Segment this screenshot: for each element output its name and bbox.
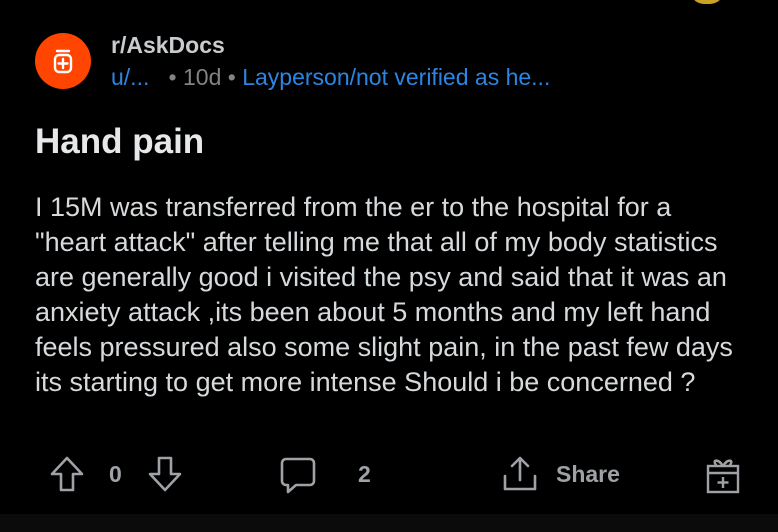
vote-count: 0 <box>109 461 122 487</box>
post-body: I 15M was transferred from the er to the… <box>35 192 733 397</box>
post-meta: u/... • 10d • Layperson/not verified as … <box>111 64 550 91</box>
bottom-divider <box>0 514 778 532</box>
award-button[interactable] <box>704 454 742 494</box>
post-header: r/AskDocs u/... • 10d • Layperson/not ve… <box>35 30 755 94</box>
subreddit-avatar-icon[interactable] <box>35 33 91 89</box>
comment-icon <box>280 457 316 494</box>
award-icon <box>706 459 740 494</box>
share-label: Share <box>556 460 620 487</box>
author-link[interactable]: u/... <box>111 64 149 90</box>
share-button[interactable]: Share <box>500 454 620 494</box>
post-age: 10d <box>182 64 222 90</box>
status-indicator <box>690 0 724 4</box>
upvote-icon <box>50 456 84 492</box>
meta-separator: • <box>227 64 243 90</box>
post-action-bar: 0 2 Share <box>48 452 748 498</box>
meta-separator: • <box>155 64 183 90</box>
subreddit-name[interactable]: r/AskDocs <box>111 32 225 59</box>
downvote-button[interactable] <box>146 455 184 493</box>
share-icon <box>503 456 537 491</box>
post-title: Hand pain <box>35 122 205 161</box>
downvote-icon <box>148 456 182 492</box>
user-flair[interactable]: Layperson/not verified as he... <box>242 64 550 90</box>
comments-button[interactable] <box>278 455 318 495</box>
comment-count: 2 <box>358 461 371 487</box>
upvote-button[interactable] <box>48 455 86 493</box>
